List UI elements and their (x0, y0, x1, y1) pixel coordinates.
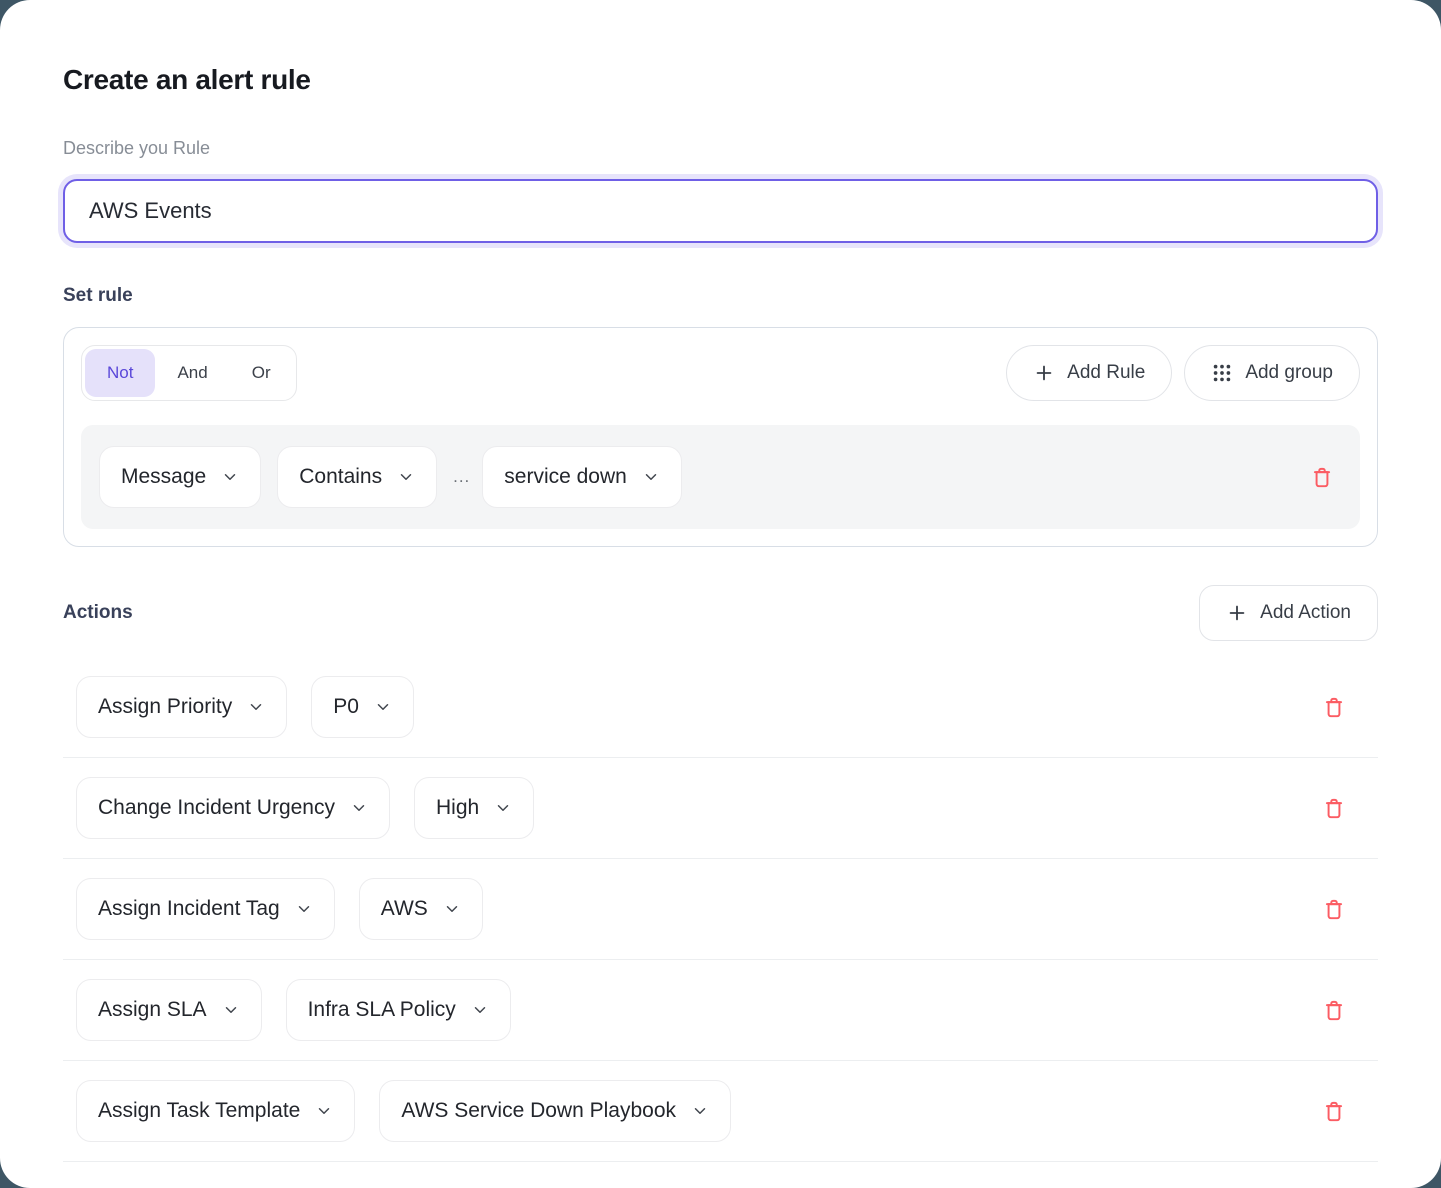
chevron-down-icon (691, 1102, 709, 1120)
condition-separator: ... (453, 467, 470, 487)
action-type-value: Assign Task Template (98, 1099, 300, 1123)
trash-icon (1321, 997, 1347, 1023)
condition-row: Message Contains ... service down (81, 425, 1360, 529)
action-value-dropdown[interactable]: P0 (311, 676, 414, 738)
action-type-dropdown[interactable]: Assign SLA (76, 979, 262, 1041)
actions-header: Actions Add Action (63, 585, 1378, 641)
rule-group-box: Not And Or Add Rule Add group (63, 327, 1378, 547)
rule-group-header: Not And Or Add Rule Add group (81, 345, 1360, 401)
rule-name-label: Describe you Rule (63, 138, 1378, 159)
grid-dots-icon (1211, 362, 1233, 384)
action-type-dropdown[interactable]: Assign Task Template (76, 1080, 355, 1142)
action-type-dropdown[interactable]: Change Incident Urgency (76, 777, 390, 839)
action-row: Assign Task Template AWS Service Down Pl… (63, 1061, 1378, 1162)
plus-icon (1033, 362, 1055, 384)
chevron-down-icon (247, 698, 265, 716)
trash-icon (1321, 896, 1347, 922)
action-type-value: Assign Incident Tag (98, 897, 280, 921)
add-action-button[interactable]: Add Action (1199, 585, 1378, 641)
chevron-down-icon (315, 1102, 333, 1120)
action-type-value: Assign SLA (98, 998, 207, 1022)
action-value-dropdown[interactable]: Infra SLA Policy (286, 979, 511, 1041)
delete-action-button[interactable] (1314, 687, 1354, 727)
action-value-dropdown[interactable]: AWS (359, 878, 483, 940)
delete-action-button[interactable] (1314, 990, 1354, 1030)
chevron-down-icon (494, 799, 512, 817)
operator-or-button[interactable]: Or (230, 349, 293, 397)
add-group-label: Add group (1245, 362, 1333, 384)
create-alert-rule-card: Create an alert rule Describe you Rule S… (0, 0, 1441, 1188)
action-rows: Assign Priority P0 Change Incident Urgen… (63, 657, 1378, 1162)
chevron-down-icon (443, 900, 461, 918)
trash-icon (1321, 795, 1347, 821)
chevron-down-icon (642, 468, 660, 486)
condition-value-text: service down (504, 465, 627, 489)
action-value-text: AWS (381, 897, 428, 921)
condition-operator-value: Contains (299, 465, 382, 489)
action-value-dropdown[interactable]: AWS Service Down Playbook (379, 1080, 731, 1142)
action-type-dropdown[interactable]: Assign Incident Tag (76, 878, 335, 940)
trash-icon (1321, 1098, 1347, 1124)
add-rule-button[interactable]: Add Rule (1006, 345, 1172, 401)
chevron-down-icon (222, 1001, 240, 1019)
action-value-text: P0 (333, 695, 359, 719)
page-title: Create an alert rule (63, 64, 1378, 96)
chevron-down-icon (397, 468, 415, 486)
chevron-down-icon (374, 698, 392, 716)
condition-value-dropdown[interactable]: service down (482, 446, 682, 508)
condition-field-value: Message (121, 465, 206, 489)
action-value-text: Infra SLA Policy (308, 998, 456, 1022)
action-row: Assign Priority P0 (63, 657, 1378, 758)
delete-action-button[interactable] (1314, 889, 1354, 929)
chevron-down-icon (350, 799, 368, 817)
chevron-down-icon (221, 468, 239, 486)
actions-heading: Actions (63, 602, 133, 624)
action-type-value: Assign Priority (98, 695, 232, 719)
delete-action-button[interactable] (1314, 788, 1354, 828)
delete-condition-button[interactable] (1302, 457, 1342, 497)
action-type-dropdown[interactable]: Assign Priority (76, 676, 287, 738)
action-row: Assign Incident Tag AWS (63, 859, 1378, 960)
operator-and-button[interactable]: And (155, 349, 229, 397)
chevron-down-icon (471, 1001, 489, 1019)
plus-icon (1226, 602, 1248, 624)
chevron-down-icon (295, 900, 313, 918)
rule-name-input[interactable] (63, 179, 1378, 243)
action-row: Assign SLA Infra SLA Policy (63, 960, 1378, 1061)
condition-operator-dropdown[interactable]: Contains (277, 446, 437, 508)
add-rule-label: Add Rule (1067, 362, 1145, 384)
set-rule-heading: Set rule (63, 285, 1378, 307)
action-value-text: AWS Service Down Playbook (401, 1099, 676, 1123)
trash-icon (1309, 464, 1335, 490)
operator-toggle: Not And Or (81, 345, 297, 401)
condition-field-dropdown[interactable]: Message (99, 446, 261, 508)
action-value-text: High (436, 796, 479, 820)
trash-icon (1321, 694, 1347, 720)
action-value-dropdown[interactable]: High (414, 777, 534, 839)
action-type-value: Change Incident Urgency (98, 796, 335, 820)
add-group-button[interactable]: Add group (1184, 345, 1360, 401)
action-row: Change Incident Urgency High (63, 758, 1378, 859)
operator-not-button[interactable]: Not (85, 349, 155, 397)
delete-action-button[interactable] (1314, 1091, 1354, 1131)
add-action-label: Add Action (1260, 602, 1351, 624)
